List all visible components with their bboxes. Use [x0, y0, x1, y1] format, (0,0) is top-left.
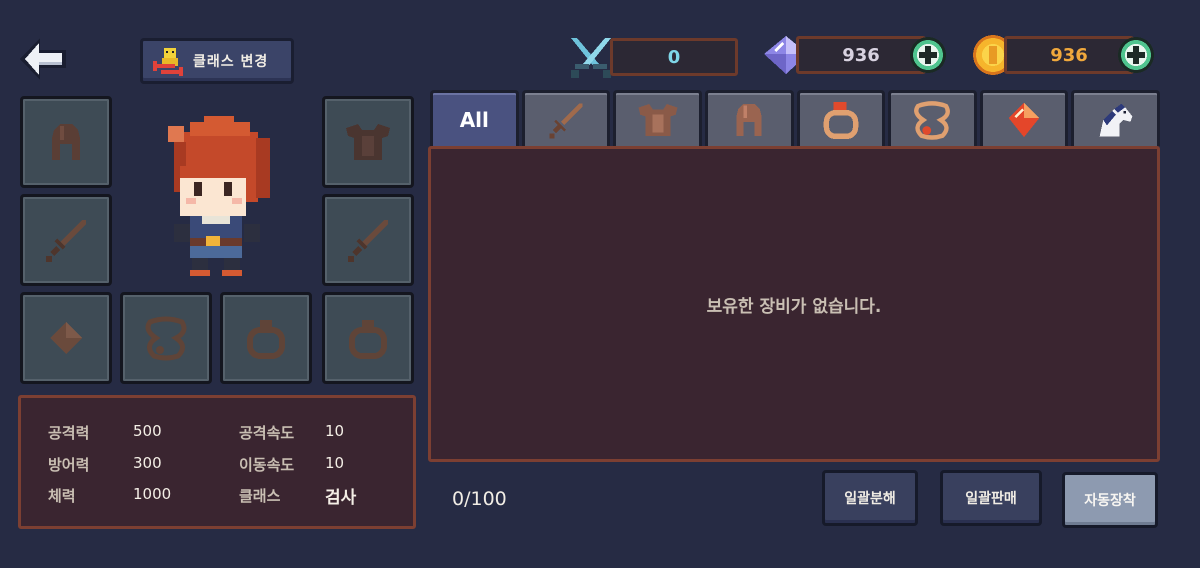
auto-equip-button[interactable]: 자동장착 [1062, 472, 1158, 528]
class-change-button[interactable]: 클래스 변경 [140, 38, 294, 84]
stat-hp-label: 체력 [48, 487, 76, 505]
inventory-grid: 보유한 장비가 없습니다. [428, 146, 1160, 462]
stat-move-speed-value: 10 [325, 454, 345, 472]
tab-mount[interactable] [1071, 90, 1160, 146]
class-change-label: 클래스 변경 [193, 54, 269, 70]
pvp-currency-display: 0 [610, 38, 738, 76]
ring-icon [247, 320, 285, 359]
tab-gem[interactable] [979, 90, 1069, 146]
gem-icon [1008, 102, 1040, 137]
equip-slot-gem[interactable] [20, 292, 112, 384]
stat-class-label: 클래스 [239, 487, 281, 505]
bulk-dismantle-button[interactable]: 일괄분해 [822, 470, 918, 526]
gold-currency-value: 936 [1050, 44, 1088, 66]
tab-all-label: All [459, 107, 489, 132]
bulk-dismantle-label: 일괄분해 [844, 491, 896, 507]
tab-all[interactable]: All [430, 90, 519, 146]
necklace-icon [914, 100, 951, 140]
sword-icon [549, 102, 583, 138]
back-button[interactable] [18, 36, 68, 82]
tab-ring[interactable] [796, 90, 886, 146]
equip-slot-necklace[interactable] [120, 292, 212, 384]
gem-icon [50, 322, 82, 354]
stat-hp-value: 1000 [133, 485, 172, 503]
equip-slot-armor[interactable] [322, 96, 414, 188]
tab-helmet[interactable] [704, 90, 794, 146]
stat-attack-speed-value: 10 [325, 422, 345, 440]
equip-slot-weapon-right[interactable] [322, 194, 414, 286]
back-arrow-icon [20, 38, 66, 80]
stat-defense-value: 300 [133, 454, 162, 472]
sword-icon [348, 220, 388, 262]
stat-defense-label: 방어력 [48, 456, 90, 474]
stat-class-value: 검사 [325, 488, 357, 508]
auto-equip-label: 자동장착 [1084, 493, 1136, 509]
stats-panel: 공격력 500 공격속도 10 방어력 300 이동속도 10 체력 1000 … [18, 395, 416, 529]
equip-slot-ring-1[interactable] [220, 292, 312, 384]
equip-slot-helmet[interactable] [20, 96, 112, 188]
inventory-empty-message: 보유한 장비가 없습니다. [706, 296, 882, 317]
armor-icon [638, 103, 678, 136]
tab-necklace[interactable] [888, 90, 977, 146]
inventory-capacity: 0/100 [452, 488, 507, 510]
sword-icon [46, 220, 86, 262]
helmet-icon [736, 103, 762, 136]
plus-icon [910, 37, 946, 73]
bulk-sell-label: 일괄판매 [965, 491, 1017, 507]
horse-icon [1099, 103, 1133, 136]
stat-move-speed-label: 이동속도 [239, 456, 295, 474]
add-gem-button[interactable] [908, 35, 948, 75]
armor-icon [346, 124, 390, 160]
bulk-sell-button[interactable]: 일괄판매 [940, 470, 1042, 526]
necklace-icon [145, 316, 187, 361]
stat-attack-speed-label: 공격속도 [239, 424, 295, 442]
ring-icon [823, 101, 859, 139]
stat-attack-label: 공격력 [48, 424, 90, 442]
ring-icon [349, 320, 387, 359]
character-avatar [160, 112, 280, 282]
pvp-currency-value: 0 [667, 46, 681, 68]
equip-slot-ring-2[interactable] [322, 292, 414, 384]
tab-weapon[interactable] [521, 90, 611, 146]
tab-armor[interactable] [613, 90, 702, 146]
gold-currency-display: 936 [1004, 36, 1134, 74]
inventory-tabs: All [430, 90, 1160, 146]
gem-currency-value: 936 [842, 44, 880, 66]
add-gold-button[interactable] [1116, 35, 1156, 75]
plus-icon [1118, 37, 1154, 73]
class-swap-icon [153, 48, 183, 76]
stat-attack-value: 500 [133, 422, 162, 440]
gem-currency-display: 936 [796, 36, 926, 74]
equip-slot-weapon-left[interactable] [20, 194, 112, 286]
helmet-icon [52, 124, 80, 160]
